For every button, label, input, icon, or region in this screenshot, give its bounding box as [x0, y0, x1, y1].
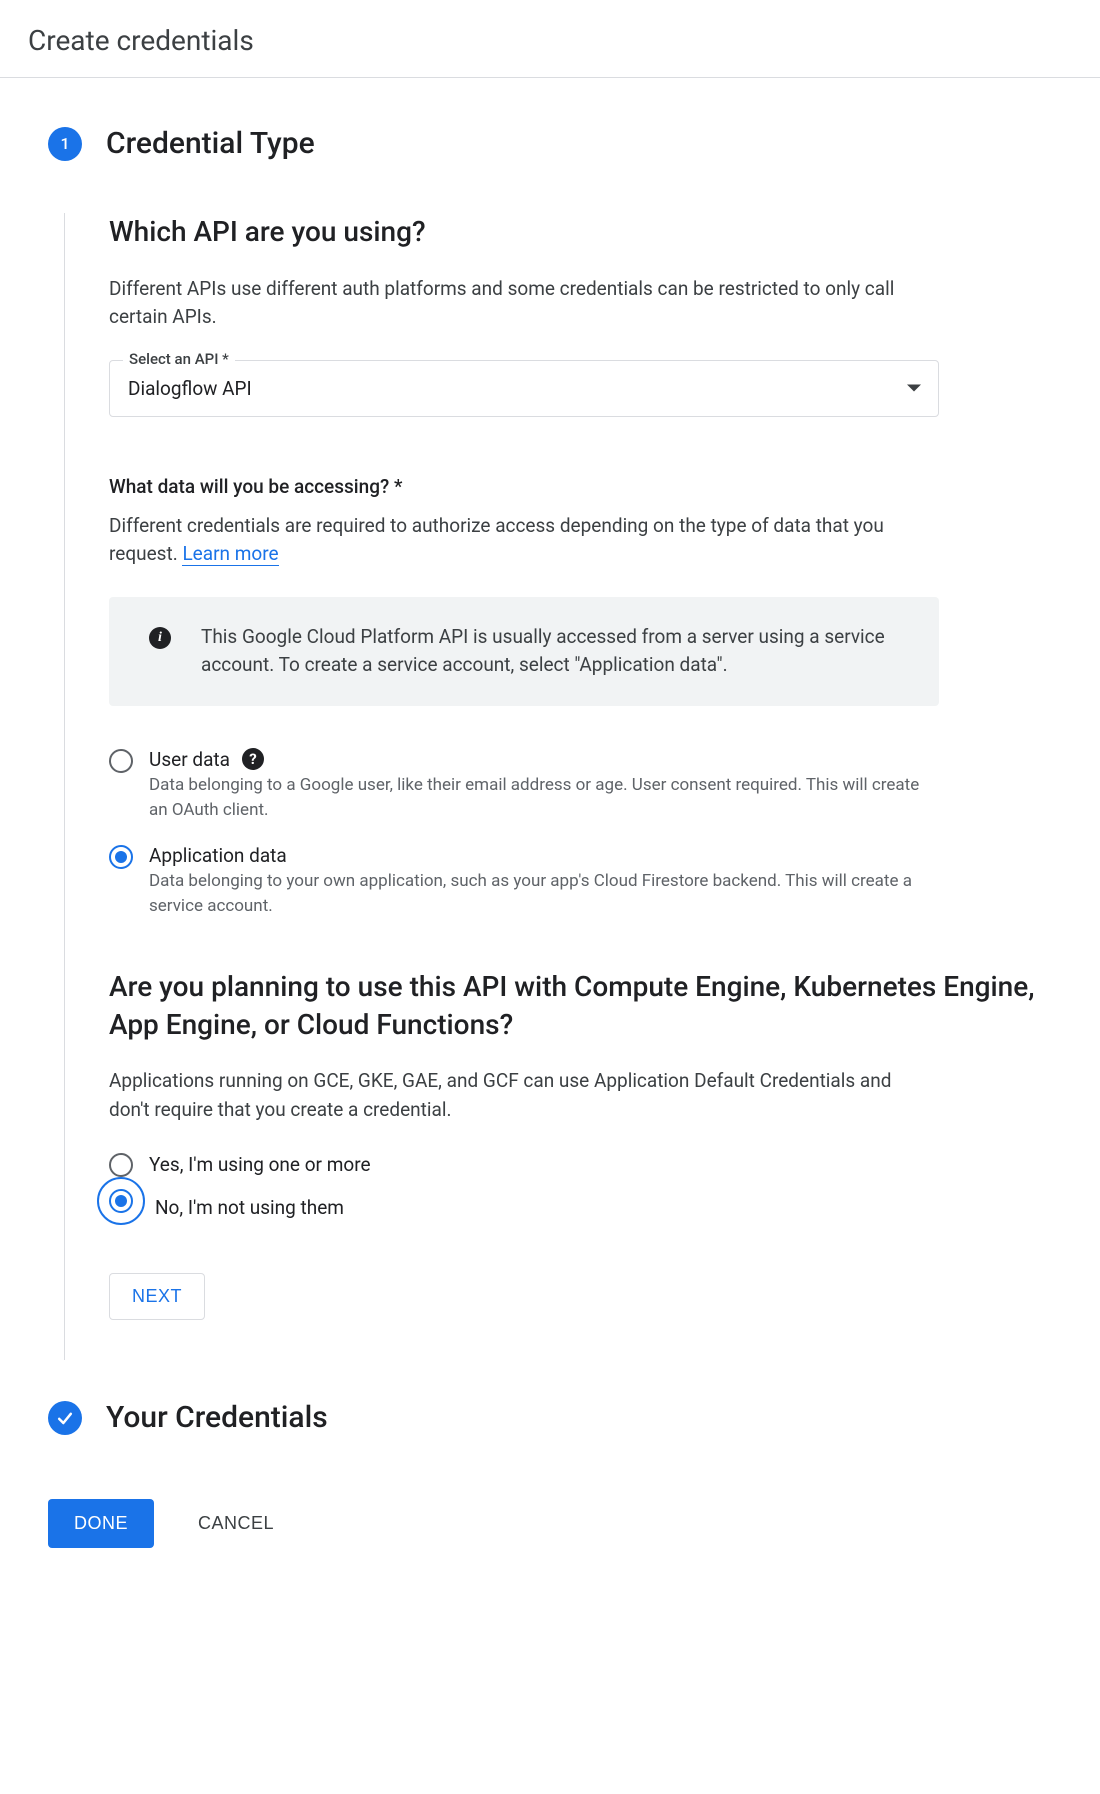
api-section-desc: Different APIs use different auth platfo…	[109, 275, 929, 332]
step1-badge: 1	[48, 127, 82, 161]
step1-body: Which API are you using? Different APIs …	[64, 213, 1072, 1360]
radio-desc: Data belonging to your own application, …	[149, 869, 939, 920]
radio-user-data[interactable]: User data ? Data belonging to a Google u…	[109, 748, 939, 824]
radio-label: Application data	[149, 844, 287, 867]
radio-no-not-using[interactable]: No, I'm not using them	[109, 1189, 939, 1225]
radio-desc: Data belonging to a Google user, like th…	[149, 773, 939, 824]
footer-buttons: DONE CANCEL	[48, 1499, 1072, 1548]
info-icon: i	[149, 627, 171, 649]
platform-section-heading: Are you planning to use this API with Co…	[109, 968, 1072, 1044]
radio-label: User data	[149, 748, 230, 771]
platform-section-desc: Applications running on GCE, GKE, GAE, a…	[109, 1067, 929, 1124]
content: 1 Credential Type Which API are you usin…	[0, 78, 1100, 1576]
radio-icon	[109, 1153, 133, 1177]
radio-icon	[109, 749, 133, 773]
api-section-heading: Which API are you using?	[109, 213, 1072, 251]
step2-check-icon	[48, 1401, 82, 1435]
cancel-button[interactable]: CANCEL	[198, 1513, 274, 1534]
done-button[interactable]: DONE	[48, 1499, 154, 1548]
api-select-value: Dialogflow API	[128, 377, 252, 400]
info-box: i This Google Cloud Platform API is usua…	[109, 597, 939, 706]
step2-header: Your Credentials	[48, 1400, 1072, 1435]
radio-content: Application data Data belonging to your …	[149, 844, 939, 920]
data-type-radio-group: User data ? Data belonging to a Google u…	[109, 748, 1072, 920]
radio-inner-icon	[115, 1195, 127, 1207]
api-select-label: Select an API *	[123, 350, 235, 368]
data-section-desc: Different credentials are required to au…	[109, 512, 929, 569]
radio-yes-using[interactable]: Yes, I'm using one or more	[109, 1152, 939, 1177]
radio-label: No, I'm not using them	[155, 1196, 344, 1219]
radio-application-data[interactable]: Application data Data belonging to your …	[109, 844, 939, 920]
radio-focus-ring	[97, 1177, 145, 1225]
radio-label: Yes, I'm using one or more	[149, 1153, 371, 1176]
radio-label-row: User data ?	[149, 748, 939, 771]
step1-title: Credential Type	[106, 126, 315, 161]
radio-content: User data ? Data belonging to a Google u…	[149, 748, 939, 824]
next-button[interactable]: NEXT	[109, 1273, 205, 1320]
step1-header: 1 Credential Type	[48, 126, 1072, 161]
platform-radio-group: Yes, I'm using one or more No, I'm not u…	[109, 1152, 1072, 1225]
api-select-wrapper: Select an API * Dialogflow API	[109, 360, 939, 417]
radio-label-row: Application data	[149, 844, 939, 867]
radio-inner-icon	[115, 851, 127, 863]
learn-more-link[interactable]: Learn more	[182, 542, 278, 566]
caret-down-icon	[907, 385, 921, 392]
help-icon[interactable]: ?	[242, 748, 264, 770]
data-section-heading: What data will you be accessing? *	[109, 475, 1072, 498]
page-header: Create credentials	[0, 0, 1100, 78]
info-text: This Google Cloud Platform API is usuall…	[201, 623, 911, 680]
step2-title: Your Credentials	[106, 1400, 328, 1435]
radio-icon	[109, 1189, 133, 1213]
page-title: Create credentials	[28, 24, 1072, 57]
api-select[interactable]: Dialogflow API	[109, 360, 939, 417]
radio-icon	[109, 845, 133, 869]
